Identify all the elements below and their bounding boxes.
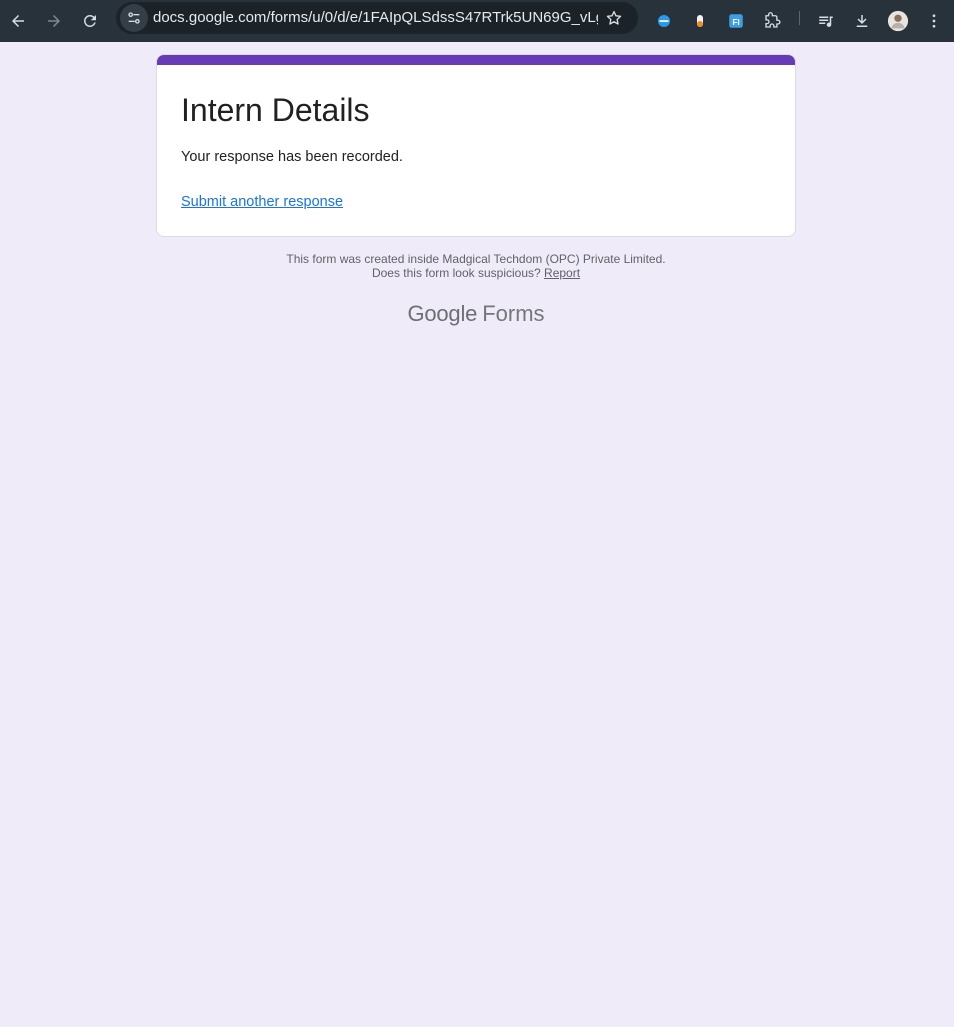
confirmation-card: Intern Details Your response has been re… [156, 54, 796, 237]
puzzle-icon[interactable] [758, 7, 786, 35]
fi-extension-icon[interactable]: FI [722, 7, 750, 35]
google-forms-logo[interactable]: Google Forms [156, 301, 796, 327]
url-text[interactable]: docs.google.com/forms/u/0/d/e/1FAIpQLSds… [153, 9, 598, 26]
brand-google: Google [407, 301, 478, 326]
browser-toolbar: docs.google.com/forms/u/0/d/e/1FAIpQLSds… [0, 0, 954, 42]
orange-capsule-extension-icon[interactable] [686, 7, 714, 35]
reload-icon[interactable] [76, 7, 104, 35]
toolbar-divider [799, 11, 800, 25]
confirmation-message: Your response has been recorded. [181, 149, 403, 165]
blue-circle-extension-icon[interactable] [650, 7, 678, 35]
form-title: Intern Details [181, 92, 370, 128]
site-info-icon[interactable] [120, 4, 148, 32]
footer-suspicious-text: Does this form look suspicious? [371, 266, 541, 280]
footer-suspicious-line: Does this form look suspicious? Report [156, 266, 796, 280]
kebab-menu-icon[interactable] [920, 7, 948, 35]
card-accent-bar [157, 55, 795, 65]
forward-arrow-icon[interactable] [40, 7, 68, 35]
brand-forms: Forms [482, 301, 545, 326]
avatar[interactable] [884, 7, 912, 35]
svg-text:FI: FI [732, 18, 739, 27]
media-queue-icon[interactable] [812, 7, 840, 35]
form-footer: This form was created inside Madgical Te… [156, 252, 796, 280]
back-arrow-icon[interactable] [4, 7, 32, 35]
submit-another-response-link[interactable]: Submit another response [181, 194, 343, 210]
report-link[interactable]: Report [544, 266, 580, 280]
star-icon[interactable] [600, 4, 628, 32]
footer-created-by: This form was created inside Madgical Te… [286, 252, 666, 266]
address-bar[interactable]: docs.google.com/forms/u/0/d/e/1FAIpQLSds… [116, 2, 638, 34]
download-icon[interactable] [848, 7, 876, 35]
